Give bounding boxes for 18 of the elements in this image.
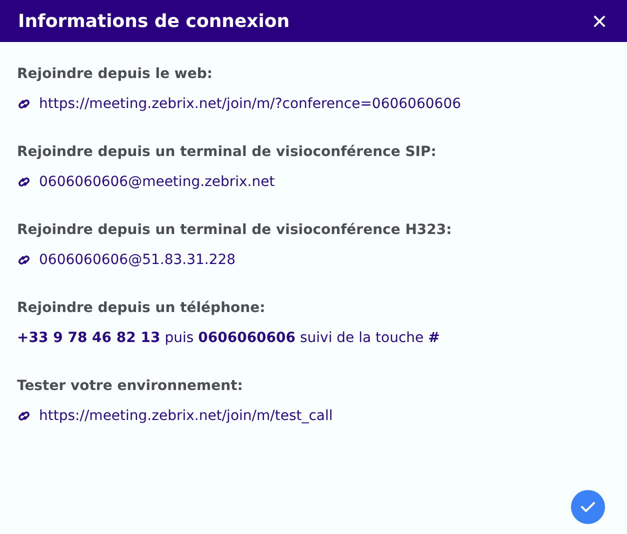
join-link[interactable]: 0606060606@51.83.31.228 <box>39 252 236 268</box>
phone-instructions: +33 9 78 46 82 13 puis 0606060606 suivi de la touche # <box>17 330 440 346</box>
join-link[interactable]: 0606060606@meeting.zebrix.net <box>39 174 275 190</box>
link-icon <box>17 98 31 110</box>
link-icon <box>17 410 31 422</box>
join-link[interactable]: https://meeting.zebrix.net/join/m/test_call <box>39 408 333 424</box>
section-label: Rejoindre depuis le web: <box>17 66 214 82</box>
section-label: Tester votre environnement: <box>17 378 244 394</box>
link-icon <box>17 254 31 266</box>
section-label: Rejoindre depuis un terminal de visioconférence H323: <box>17 222 453 238</box>
section-label: Rejoindre depuis un terminal de visioconférence SIP: <box>17 144 438 160</box>
close-button[interactable]: × <box>590 8 609 34</box>
join-link[interactable]: https://meeting.zebrix.net/join/m/?conference=0606060606 <box>39 96 462 112</box>
dialog-title: Informations de connexion <box>18 10 290 32</box>
checkmark-icon <box>580 501 596 513</box>
confirm-button[interactable] <box>571 490 605 524</box>
section-label: Rejoindre depuis un téléphone: <box>17 300 266 316</box>
link-icon <box>17 176 31 188</box>
